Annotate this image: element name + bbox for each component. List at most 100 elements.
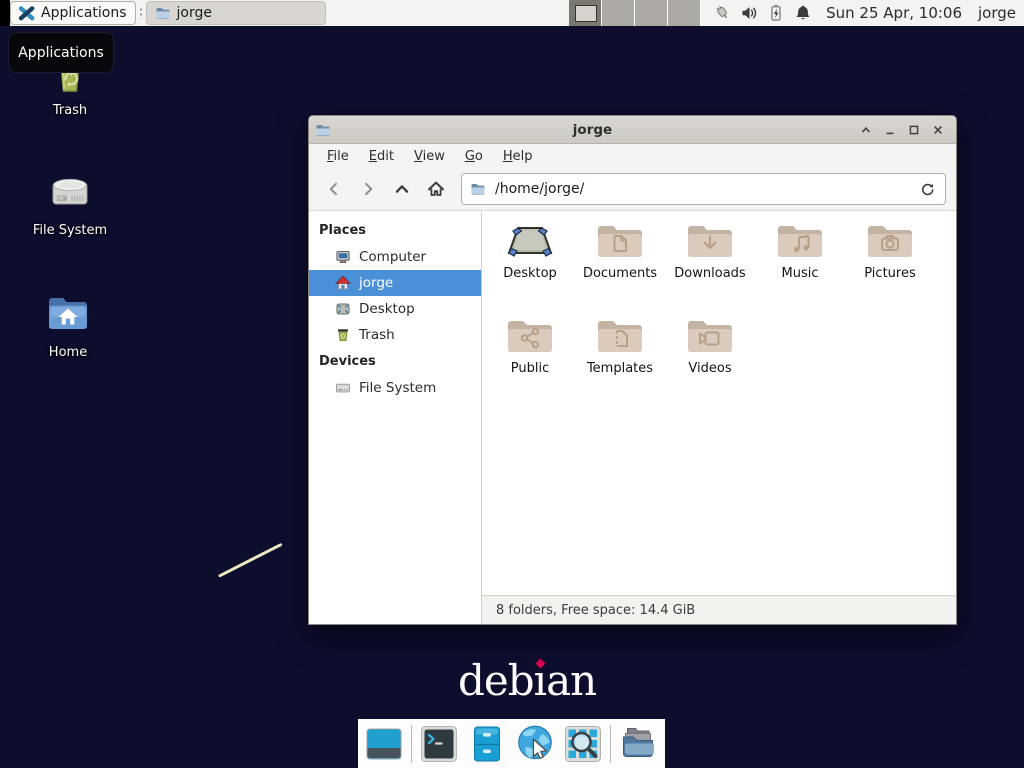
desktop-icon-label: Trash	[53, 103, 87, 118]
minimize-button[interactable]	[878, 118, 902, 142]
folder-documents[interactable]: Documents	[575, 221, 665, 316]
dock	[358, 719, 665, 768]
forward-button[interactable]	[351, 173, 385, 205]
workspace-switcher	[569, 0, 701, 26]
logo-i: ı	[534, 658, 546, 704]
folder-downloads[interactable]: Downloads	[665, 221, 755, 316]
sidebar-item-file-system[interactable]: File System	[309, 375, 481, 401]
dock-show-desktop-button[interactable]	[363, 723, 405, 765]
hard-drive-icon	[46, 168, 94, 216]
dock-terminal-button[interactable]	[418, 723, 460, 765]
logo-text: deb	[458, 656, 534, 705]
path-folder-icon	[470, 181, 486, 197]
close-button[interactable]	[926, 118, 950, 142]
folder-videos[interactable]: Videos	[665, 316, 755, 411]
folder-desktop[interactable]: Desktop	[485, 221, 575, 316]
debian-wallpaper-logo: debıan	[458, 658, 596, 704]
battery-icon[interactable]	[767, 4, 785, 22]
sidebar-item-label: Trash	[359, 327, 395, 343]
workspace-3[interactable]	[635, 0, 668, 26]
applications-tooltip-label: Applications	[18, 45, 104, 61]
folder-icon	[155, 5, 171, 21]
folder-templates[interactable]: Templates	[575, 316, 665, 411]
notifications-bell-icon[interactable]	[794, 4, 812, 22]
templates-folder-icon	[596, 316, 644, 356]
menu-file[interactable]: File	[317, 146, 359, 167]
panel-username[interactable]: jorge	[978, 4, 1016, 22]
folder-stack-icon	[618, 724, 658, 764]
show-desktop-icon	[364, 724, 404, 764]
desktop-icon-file-system[interactable]: File System	[22, 168, 118, 238]
dock-separator	[610, 725, 611, 763]
file-manager-window: jorge File Edit View Go Help	[308, 115, 957, 625]
dock-app-finder-button[interactable]	[562, 723, 604, 765]
dock-web-browser-button[interactable]	[514, 723, 556, 765]
folder-label: Public	[511, 361, 549, 376]
downloads-folder-icon	[686, 221, 734, 261]
panel-clock[interactable]: Sun 25 Apr, 10:06	[826, 4, 962, 22]
folder-label: Desktop	[503, 266, 557, 281]
sidebar-item-trash[interactable]: Trash	[309, 322, 481, 348]
dock-file-cabinet-button[interactable]	[466, 723, 508, 765]
sidebar-header-devices: Devices	[309, 348, 481, 375]
shade-button[interactable]	[854, 118, 878, 142]
workspace-4[interactable]	[668, 0, 701, 26]
workspace-1[interactable]	[569, 0, 602, 26]
file-cabinet-icon	[467, 724, 507, 764]
documents-folder-icon	[596, 221, 644, 261]
videos-folder-icon	[686, 316, 734, 356]
folder-pictures[interactable]: Pictures	[845, 221, 935, 316]
home-folder-icon	[44, 290, 92, 338]
dock-file-manager-button[interactable]	[617, 723, 659, 765]
panel-handle[interactable]	[139, 7, 143, 19]
file-grid: Desktop Documents Downloads Music	[482, 211, 956, 595]
desktop-icon-label: File System	[33, 223, 107, 238]
folder-label: Documents	[583, 266, 657, 281]
applications-menu-button[interactable]: Applications	[10, 1, 136, 25]
menu-help[interactable]: Help	[493, 146, 543, 167]
path-bar	[461, 173, 946, 205]
window-titlebar[interactable]: jorge	[309, 116, 956, 144]
sidebar-item-jorge[interactable]: jorge	[309, 270, 481, 296]
app-finder-magnifier-icon	[563, 724, 603, 764]
folder-public[interactable]: Public	[485, 316, 575, 411]
sidebar-item-desktop[interactable]: Desktop	[309, 296, 481, 322]
system-tray	[713, 4, 812, 22]
computer-icon	[335, 249, 351, 265]
up-button[interactable]	[385, 173, 419, 205]
dock-separator	[411, 725, 412, 763]
public-folder-icon	[506, 316, 554, 356]
home-button[interactable]	[419, 173, 453, 205]
sidebar-item-label: jorge	[359, 275, 393, 291]
menu-view[interactable]: View	[404, 146, 455, 167]
trash-icon	[335, 327, 351, 343]
reload-button[interactable]	[917, 179, 937, 199]
folder-music[interactable]: Music	[755, 221, 845, 316]
menu-go[interactable]: Go	[455, 146, 493, 167]
music-folder-icon	[776, 221, 824, 261]
network-icon[interactable]	[713, 4, 731, 22]
pictures-folder-icon	[866, 221, 914, 261]
sidebar-item-computer[interactable]: Computer	[309, 244, 481, 270]
maximize-button[interactable]	[902, 118, 926, 142]
sidebar-header-places: Places	[309, 217, 481, 244]
taskbar-window-label: jorge	[177, 5, 212, 21]
taskbar-window-button[interactable]: jorge	[146, 1, 326, 25]
top-panel: Applications jorge Sun 25 Apr, 10:06 jor…	[0, 0, 1024, 26]
applications-tooltip: Applications	[8, 32, 114, 73]
workspace-2[interactable]	[602, 0, 635, 26]
menu-edit[interactable]: Edit	[359, 146, 404, 167]
folder-label: Music	[782, 266, 819, 281]
status-bar: 8 folders, Free space: 14.4 GiB	[482, 595, 956, 624]
web-browser-globe-icon	[514, 723, 556, 765]
logo-text: an	[546, 656, 596, 705]
path-input[interactable]	[493, 180, 917, 198]
sidebar-item-label: Computer	[359, 249, 426, 265]
folder-label: Downloads	[674, 266, 745, 281]
desktop-icon-home[interactable]: Home	[20, 290, 116, 360]
folder-label: Templates	[587, 361, 653, 376]
desktop-icon	[335, 301, 351, 317]
back-button[interactable]	[317, 173, 351, 205]
volume-icon[interactable]	[740, 4, 758, 22]
sidebar-item-label: Desktop	[359, 301, 415, 317]
